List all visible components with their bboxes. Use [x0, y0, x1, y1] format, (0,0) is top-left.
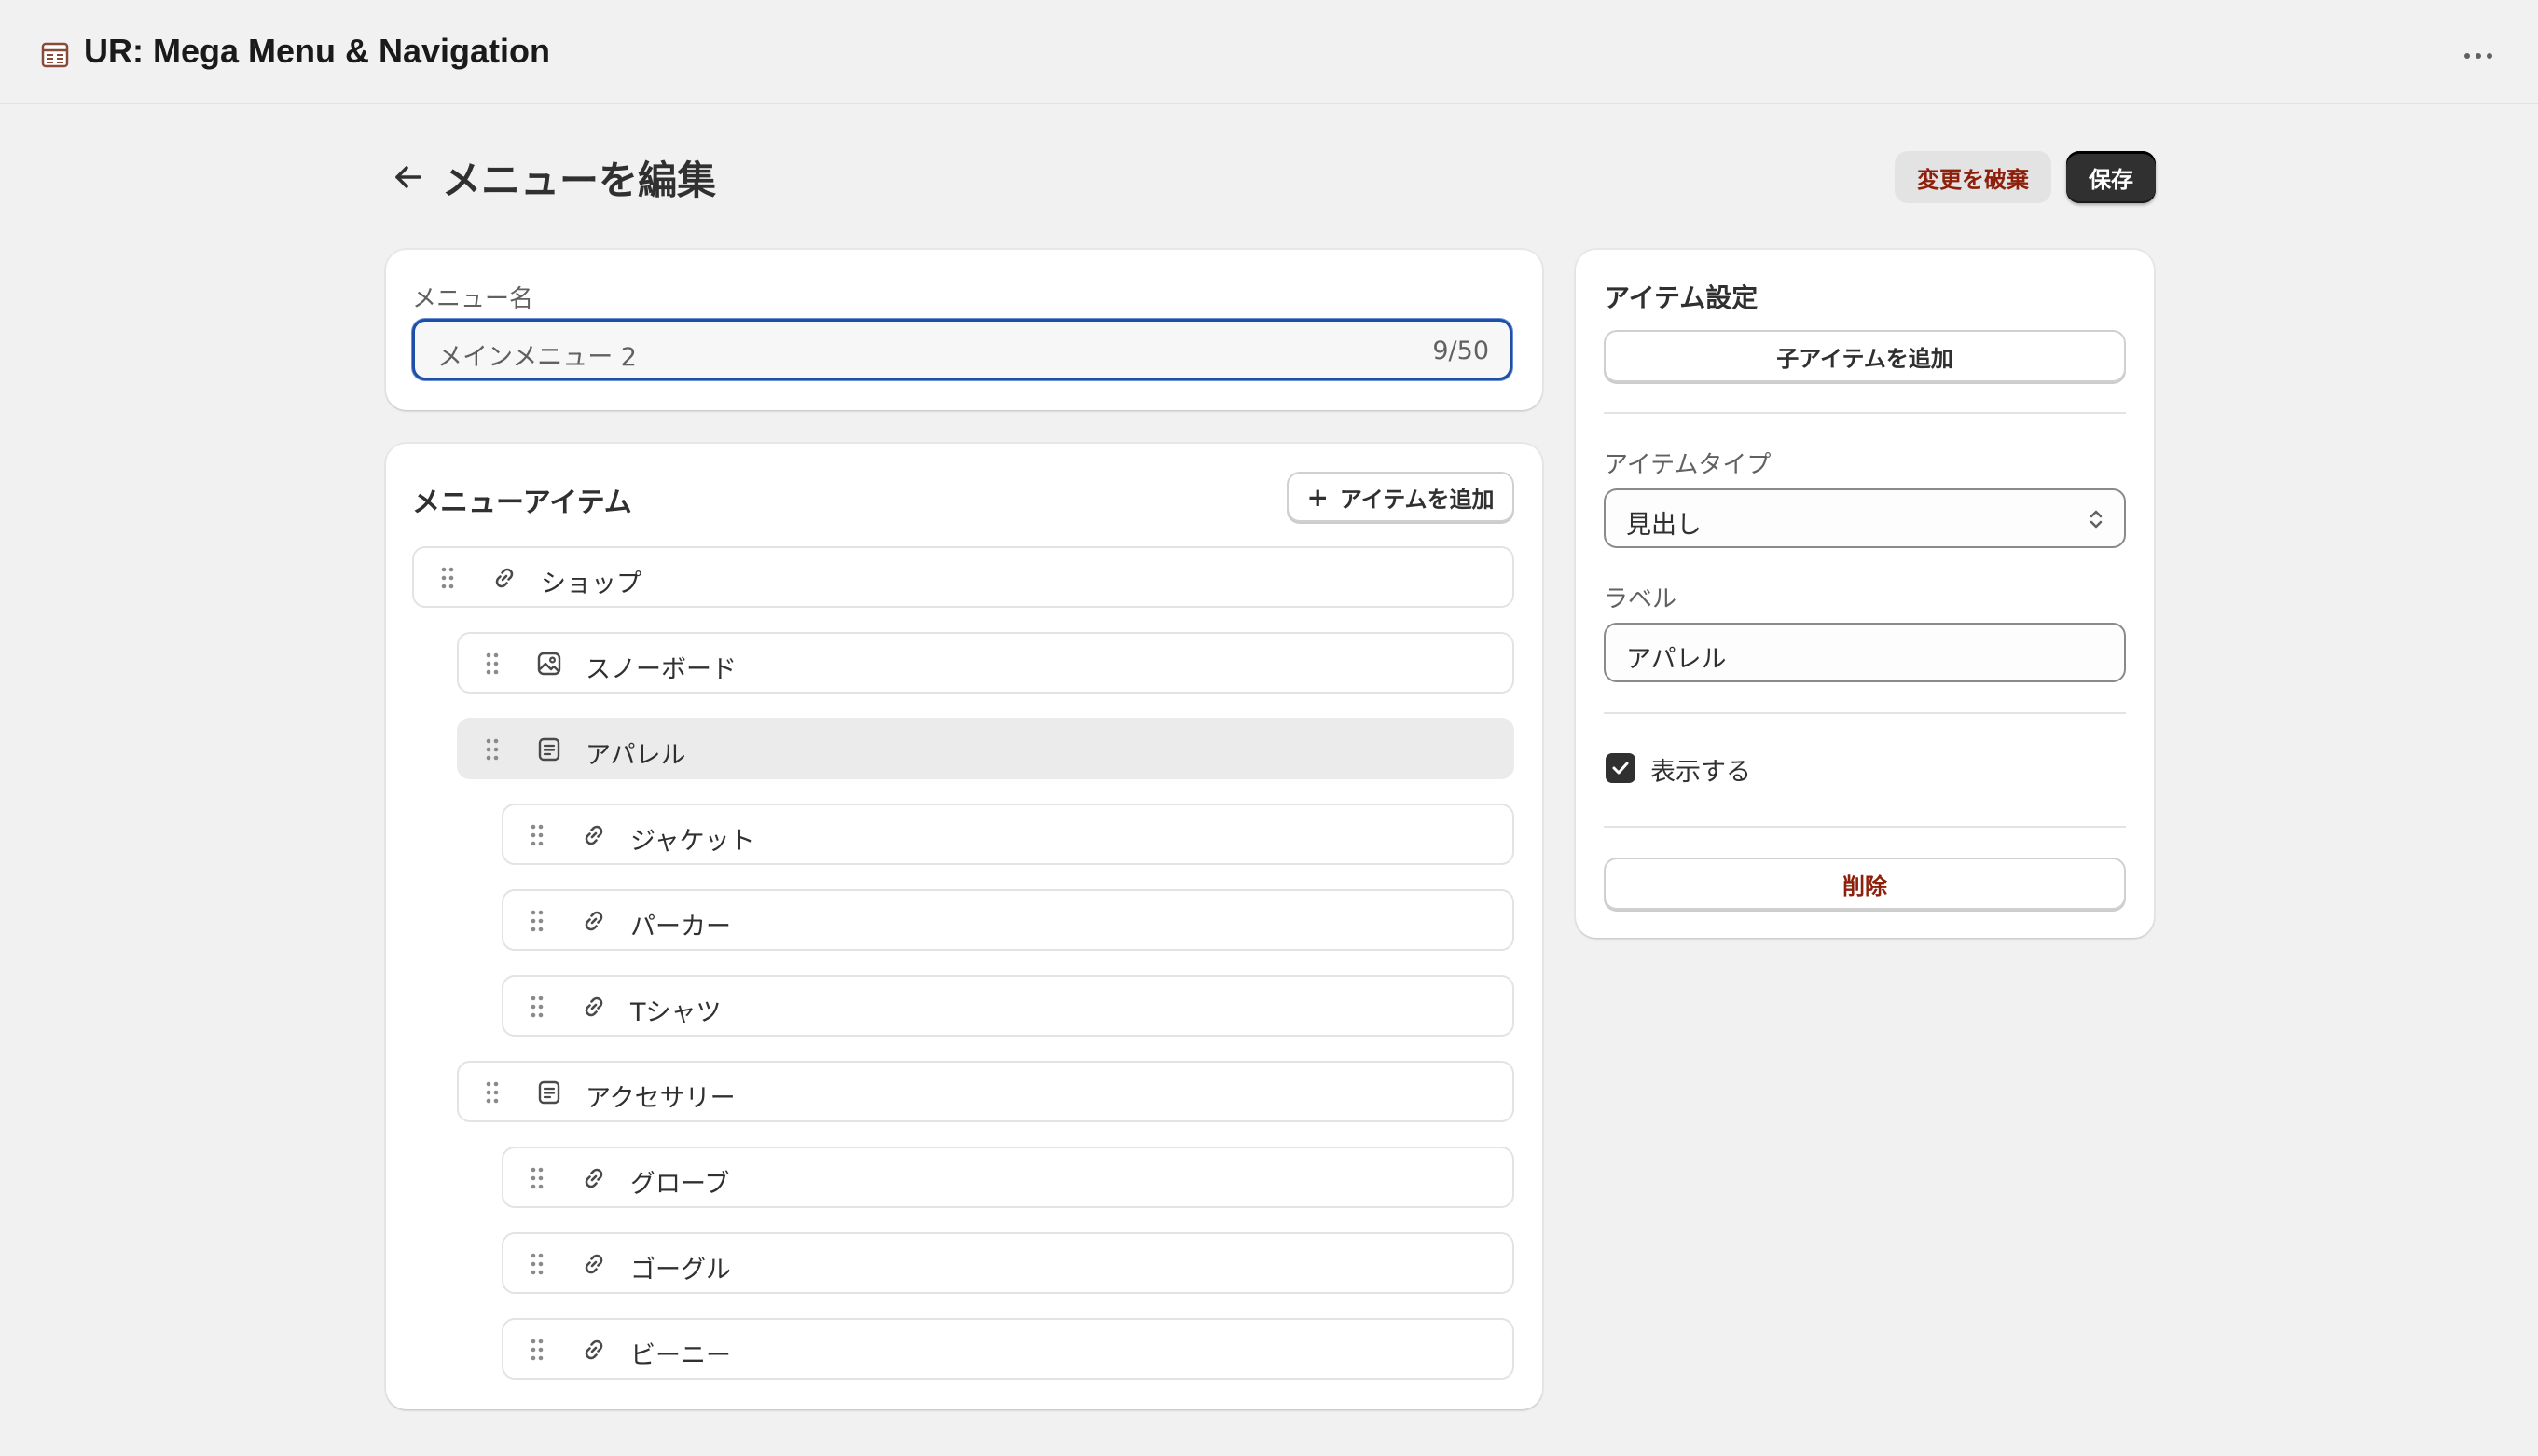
- link-icon: [495, 568, 514, 588]
- top-bar: UR: Mega Menu & Navigation: [0, 0, 2538, 104]
- drag-handle-icon[interactable]: [530, 1251, 545, 1277]
- menu-item-row[interactable]: グローブ: [502, 1147, 1514, 1208]
- drag-handle-icon[interactable]: [530, 908, 545, 934]
- discard-changes-button[interactable]: 変更を破棄: [1895, 151, 2051, 203]
- menu-item-label: ショップ: [541, 570, 641, 598]
- heading-icon: [538, 737, 560, 762]
- link-icon: [585, 1168, 603, 1188]
- menu-item-label: アパレル: [586, 741, 686, 770]
- ellipsis-icon[interactable]: [2460, 39, 2497, 73]
- menu-item-label: ジャケット: [630, 827, 755, 856]
- drag-handle-icon[interactable]: [530, 994, 545, 1020]
- menu-item-row[interactable]: Tシャツ: [502, 975, 1514, 1037]
- visible-checkbox-label[interactable]: 表示する: [1650, 751, 1751, 788]
- link-icon: [585, 996, 603, 1017]
- menu-item-label: グローブ: [630, 1170, 730, 1199]
- save-button[interactable]: 保存: [2066, 151, 2156, 203]
- menu-item-row[interactable]: ゴーグル: [502, 1232, 1514, 1294]
- menu-item-label: ゴーグル: [630, 1256, 731, 1284]
- drag-handle-icon[interactable]: [530, 822, 545, 848]
- item-type-value: 見出し: [1626, 511, 1702, 540]
- link-icon: [585, 1254, 603, 1274]
- menu-item-row[interactable]: ビーニー: [502, 1318, 1514, 1380]
- menu-item-row[interactable]: スノーボード: [457, 632, 1514, 694]
- menu-items-title: メニューアイテム: [412, 487, 632, 519]
- add-child-item-button[interactable]: 子アイテムを追加: [1604, 330, 2126, 382]
- menu-item-row[interactable]: パーカー: [502, 889, 1514, 951]
- arrow-left-icon[interactable]: [390, 158, 427, 196]
- menu-item-label: ビーニー: [630, 1341, 731, 1370]
- drag-handle-icon[interactable]: [485, 736, 500, 762]
- character-counter: 9/50: [1432, 337, 1489, 365]
- drag-handle-icon[interactable]: [485, 651, 500, 677]
- page-title: メニューを編集: [442, 158, 717, 203]
- item-settings-card: アイテム設定 子アイテムを追加 アイテムタイプ 見出し ラベル アパレル 表示す…: [1576, 250, 2154, 938]
- drag-handle-icon[interactable]: [530, 1165, 545, 1191]
- menu-item-label: パーカー: [630, 913, 731, 941]
- label-field-label: ラベル: [1604, 585, 1677, 613]
- app-title: UR: Mega Menu & Navigation: [84, 32, 551, 70]
- label-input-value: アパレル: [1626, 645, 1727, 674]
- link-icon: [585, 1339, 603, 1360]
- visible-checkbox[interactable]: [1606, 753, 1635, 783]
- delete-button[interactable]: 削除: [1604, 858, 2126, 910]
- app-window: UR: Mega Menu & Navigation メニューを編集 変更を破棄…: [0, 0, 2538, 1456]
- add-item-label: アイテムを追加: [1339, 486, 1495, 513]
- divider: [1604, 712, 2126, 714]
- menu-item-row[interactable]: アパレル: [457, 718, 1514, 779]
- drag-handle-icon[interactable]: [440, 565, 455, 591]
- checkmark-icon: [1612, 762, 1629, 775]
- menu-item-label: Tシャツ: [630, 998, 722, 1027]
- menu-item-label: アクセサリー: [586, 1084, 736, 1113]
- menu-item-row[interactable]: アクセサリー: [457, 1061, 1514, 1122]
- drag-handle-icon[interactable]: [485, 1079, 500, 1106]
- item-type-select[interactable]: 見出し: [1604, 488, 2126, 548]
- menu-name-card: メニュー名 メインメニュー 2 9/50: [386, 250, 1542, 410]
- menu-name-label: メニュー名: [412, 285, 534, 313]
- link-icon: [585, 911, 603, 931]
- menu-name-value: メインメニュー 2: [437, 343, 637, 372]
- item-settings-title: アイテム設定: [1604, 282, 1759, 313]
- divider: [1604, 412, 2126, 414]
- link-icon: [585, 825, 603, 845]
- menu-name-input[interactable]: メインメニュー 2 9/50: [412, 319, 1512, 380]
- label-input[interactable]: アパレル: [1604, 623, 2126, 682]
- heading-icon: [538, 1080, 560, 1105]
- add-item-button[interactable]: + アイテムを追加: [1287, 472, 1514, 522]
- divider: [1604, 826, 2126, 828]
- plus-icon: +: [1306, 481, 1329, 513]
- menu-item-label: スノーボード: [586, 655, 737, 684]
- table-icon: [41, 42, 69, 68]
- item-type-label: アイテムタイプ: [1604, 451, 1772, 479]
- drag-handle-icon[interactable]: [530, 1337, 545, 1363]
- menu-item-row[interactable]: ジャケット: [502, 804, 1514, 865]
- image-icon: [537, 652, 561, 676]
- menu-items-card: メニューアイテム + アイテムを追加 ショップスノーボード アパレルジャケットパー…: [386, 444, 1542, 1409]
- chevron-up-down-icon: [2090, 510, 2103, 529]
- menu-item-row[interactable]: ショップ: [412, 546, 1514, 608]
